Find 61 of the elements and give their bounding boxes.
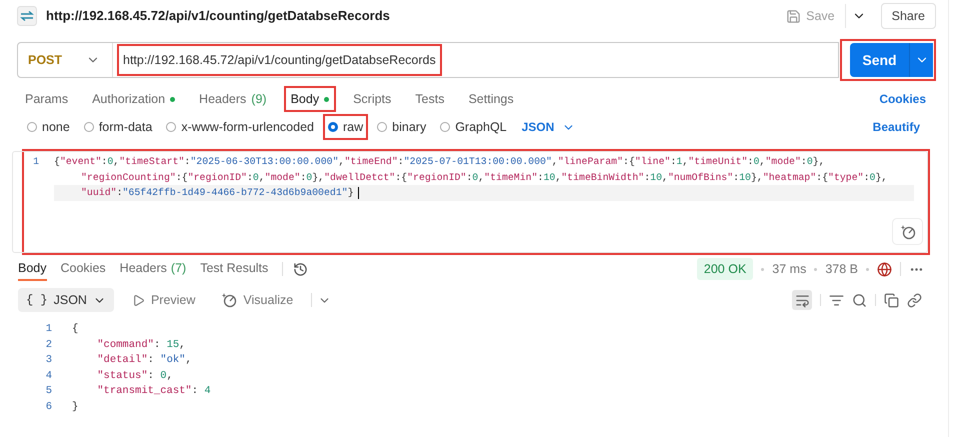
code-line: "detail": "ok", [96,354,192,366]
view-mode-button[interactable]: Visualize [213,288,302,312]
line-number: 4 [44,368,52,384]
request-tab[interactable]: Params [25,90,68,108]
wrap-lines-button[interactable] [792,290,812,310]
code-line: {"event":0,"timeStart":"2025-06-30T13:00:00.000","timeEnd":"2025-07-01T13:00:00.000","lineParam":{"line":1,"timeUnit":0,"mode":0}, [54,155,825,169]
code-line: "regionCounting":{"regionID":0,"mode":0},"dwellDetct":{"regionID":0,"timeMin":10,"timeBinWidth":10,"numOfBins":10},"heatmap":{"type":0}, [81,170,888,184]
share-button[interactable]: Share [880,3,936,29]
line-number: 6 [44,400,52,414]
response-tab[interactable]: Headers (7) [120,257,186,281]
beautify-link[interactable]: Beautify [872,118,920,136]
status-badge: 200 OK [696,258,754,280]
request-tab[interactable]: Headers (9) [199,90,267,108]
format-dropdown[interactable]: JSON [522,118,576,136]
send-button[interactable]: Send [850,43,933,77]
body-type-radio[interactable]: GraphQL [440,118,507,136]
body-type-radio[interactable]: raw [328,118,364,136]
copy-icon[interactable] [884,292,899,308]
body-type-radio[interactable]: binary [377,118,426,136]
globe-icon[interactable] [877,262,892,276]
request-tab[interactable]: Body [290,90,330,108]
play-icon [132,294,145,306]
line-number: 1 [44,322,52,337]
body-type-radio[interactable]: form-data [84,118,152,136]
body-type-radio[interactable]: x-www-form-urlencoded [166,118,314,136]
view-mode-button[interactable]: Preview [124,288,204,312]
response-tab[interactable]: Body [18,257,46,281]
body-type-radio[interactable]: none [27,118,70,136]
ai-assist-button[interactable] [892,218,923,245]
sparkle-icon [900,224,916,240]
request-tab[interactable]: Settings [468,90,514,108]
line-number: 5 [44,384,52,399]
code-line: "uuid":"65f42ffb-1d49-4466-b772-43d6b9a00ed1"} [81,186,354,200]
code-line: { [72,323,78,335]
search-icon[interactable] [852,292,867,308]
url-input[interactable]: http://192.168.45.72/api/v1/counting/getDatabseRecords [123,52,436,67]
line-number: 1 [32,155,40,169]
arrows-icon [17,6,37,26]
code-line: "command": 15, [96,338,186,350]
response-tab[interactable]: Test Results [200,257,268,281]
line-number: 3 [44,353,52,368]
history-icon[interactable] [293,262,308,276]
view-mode-button[interactable]: { } JSON [18,288,114,312]
response-time: 37 ms [772,260,806,278]
cookies-link[interactable]: Cookies [879,90,926,108]
code-line: } [72,400,78,412]
response-tab[interactable]: Cookies [60,257,106,281]
save-icon [786,8,802,24]
request-tab[interactable]: Scripts [353,90,392,108]
save-button[interactable]: Save [782,6,839,26]
visualize-icon [221,292,238,308]
link-icon[interactable] [907,292,922,308]
code-line: "status": 0, [96,370,173,382]
request-tab[interactable]: Authorization [92,90,176,108]
request-title: http://192.168.45.72/api/v1/counting/getDatabseRecords [46,7,390,26]
request-tab[interactable]: Tests [415,90,444,108]
method-dropdown[interactable]: POST [18,43,113,77]
code-line: "transmit_cast": 4 [96,385,211,397]
response-size: 378 B [825,260,858,278]
filter-icon[interactable] [829,292,844,308]
line-number: 2 [44,338,52,352]
